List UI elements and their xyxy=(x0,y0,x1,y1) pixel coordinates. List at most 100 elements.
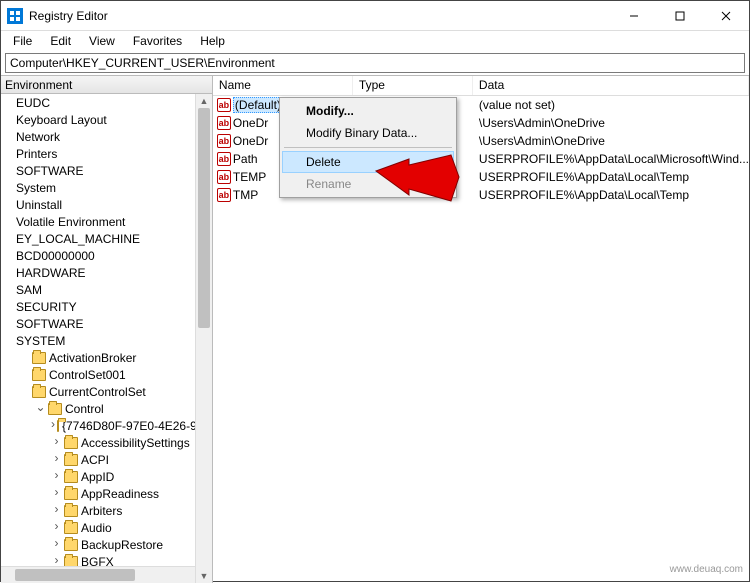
folder-icon xyxy=(64,471,78,483)
twisty-none xyxy=(3,182,14,193)
tree-item[interactable]: System xyxy=(1,179,212,196)
folder-icon xyxy=(64,454,78,466)
tree-item[interactable]: EY_LOCAL_MACHINE xyxy=(1,230,212,247)
tree-item[interactable]: › {7746D80F-97E0-4E26-9543 xyxy=(1,417,212,434)
tree-item[interactable]: Printers xyxy=(1,145,212,162)
scroll-up-icon[interactable]: ▲ xyxy=(196,94,212,108)
minimize-button[interactable] xyxy=(611,1,657,31)
twisty-none xyxy=(19,352,30,363)
context-separator xyxy=(284,147,452,148)
twisty-none xyxy=(3,335,14,346)
folder-icon xyxy=(64,522,78,534)
close-button[interactable] xyxy=(703,1,749,31)
folder-icon xyxy=(48,403,62,415)
menu-help[interactable]: Help xyxy=(192,32,233,50)
scroll-thumb[interactable] xyxy=(198,108,210,328)
chevron-down-icon[interactable]: ⌄ xyxy=(35,403,46,414)
tree-item[interactable]: BCD00000000 xyxy=(1,247,212,264)
tree-item[interactable]: Uninstall xyxy=(1,196,212,213)
twisty-none xyxy=(3,114,14,125)
chevron-right-icon[interactable]: › xyxy=(51,454,62,465)
tree-item[interactable]: › Arbiters xyxy=(1,502,212,519)
scroll-thumb-h[interactable] xyxy=(15,569,135,581)
value-name: OneDr xyxy=(233,134,268,148)
tree-item[interactable]: › ACPI xyxy=(1,451,212,468)
tree-item-label: Arbiters xyxy=(81,504,122,518)
chevron-right-icon[interactable]: › xyxy=(51,505,62,516)
tree-item-label: CurrentControlSet xyxy=(49,385,146,399)
tree-scrollbar-vertical[interactable]: ▲ ▼ xyxy=(195,94,212,583)
twisty-none xyxy=(3,250,14,261)
tree-item[interactable]: SOFTWARE xyxy=(1,315,212,332)
tree-item[interactable]: ›AppReadiness xyxy=(1,485,212,502)
tree-item-label: SAM xyxy=(16,283,42,297)
value-data: USERPROFILE%\AppData\Local\Microsoft\Win… xyxy=(473,152,749,166)
tree-item[interactable]: CurrentControlSet xyxy=(1,383,212,400)
value-data: \Users\Admin\OneDrive xyxy=(473,134,749,148)
chevron-right-icon[interactable]: › xyxy=(51,522,62,533)
column-name[interactable]: Name xyxy=(213,76,353,95)
tree-item[interactable]: ›Audio xyxy=(1,519,212,536)
string-value-icon: ab xyxy=(217,188,231,202)
tree-item[interactable]: SECURITY xyxy=(1,298,212,315)
tree-item-label: EUDC xyxy=(16,96,50,110)
value-data: USERPROFILE%\AppData\Local\Temp xyxy=(473,188,749,202)
tree-item[interactable]: › AccessibilitySettings xyxy=(1,434,212,451)
twisty-none xyxy=(3,301,14,312)
column-type[interactable]: Type xyxy=(353,76,473,95)
tree-item-label: Volatile Environment xyxy=(16,215,125,229)
tree-item-label: Printers xyxy=(16,147,57,161)
chevron-right-icon[interactable]: › xyxy=(51,437,62,448)
menu-edit[interactable]: Edit xyxy=(42,32,79,50)
watermark: www.deuaq.com xyxy=(670,564,743,575)
string-value-icon: ab xyxy=(217,116,231,130)
value-name: TMP xyxy=(233,188,258,202)
tree-item[interactable]: Volatile Environment xyxy=(1,213,212,230)
chevron-right-icon[interactable]: › xyxy=(51,471,62,482)
string-value-icon: ab xyxy=(217,134,231,148)
twisty-none xyxy=(3,284,14,295)
tree-item[interactable]: ⌄Control xyxy=(1,400,212,417)
menu-view[interactable]: View xyxy=(81,32,123,50)
tree-item[interactable]: EUDC xyxy=(1,94,212,111)
tree-item[interactable]: Network xyxy=(1,128,212,145)
tree-item-label: ACPI xyxy=(81,453,109,467)
tree-item-label: ControlSet001 xyxy=(49,368,126,382)
twisty-none xyxy=(19,369,30,380)
twisty-none xyxy=(3,148,14,159)
twisty-none xyxy=(3,216,14,227)
tree-scrollbar-horizontal[interactable] xyxy=(1,566,195,583)
folder-icon xyxy=(32,386,46,398)
tree-body[interactable]: EUDCKeyboard LayoutNetworkPrintersSOFTWA… xyxy=(1,94,212,583)
folder-icon xyxy=(64,488,78,500)
tree-item[interactable]: SAM xyxy=(1,281,212,298)
tree-item[interactable]: Keyboard Layout xyxy=(1,111,212,128)
chevron-right-icon[interactable]: › xyxy=(51,420,55,431)
address-bar[interactable]: Computer\HKEY_CURRENT_USER\Environment xyxy=(5,53,745,73)
value-name: TEMP xyxy=(233,170,266,184)
maximize-button[interactable] xyxy=(657,1,703,31)
titlebar: Registry Editor xyxy=(1,1,749,31)
context-modify[interactable]: Modify... xyxy=(282,100,454,122)
tree-item[interactable]: ControlSet001 xyxy=(1,366,212,383)
tree-item[interactable]: SYSTEM xyxy=(1,332,212,349)
context-modify-binary[interactable]: Modify Binary Data... xyxy=(282,122,454,144)
column-data[interactable]: Data xyxy=(473,76,749,95)
tree-item-label: SOFTWARE xyxy=(16,317,84,331)
tree-item-label: AccessibilitySettings xyxy=(81,436,190,450)
chevron-right-icon[interactable]: › xyxy=(51,488,62,499)
tree-item-label: BCD00000000 xyxy=(16,249,95,263)
scroll-down-icon[interactable]: ▼ xyxy=(196,569,212,583)
menu-favorites[interactable]: Favorites xyxy=(125,32,190,50)
menu-file[interactable]: File xyxy=(5,32,40,50)
folder-icon xyxy=(32,352,46,364)
tree-item[interactable]: HARDWARE xyxy=(1,264,212,281)
tree-item[interactable]: ›BackupRestore xyxy=(1,536,212,553)
tree-item[interactable]: ActivationBroker xyxy=(1,349,212,366)
window-title: Registry Editor xyxy=(29,9,611,23)
tree-item-label: {7746D80F-97E0-4E26-9543 xyxy=(62,419,212,433)
chevron-right-icon[interactable]: › xyxy=(51,539,62,550)
tree-header[interactable]: Environment xyxy=(1,76,212,94)
tree-item[interactable]: SOFTWARE xyxy=(1,162,212,179)
tree-item[interactable]: ›AppID xyxy=(1,468,212,485)
